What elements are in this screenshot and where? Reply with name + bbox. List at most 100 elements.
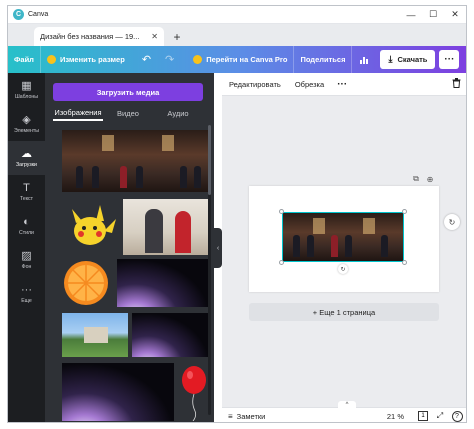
thumb-detail (76, 166, 83, 188)
thumb-detail (363, 218, 375, 234)
upload-thumbnail[interactable] (117, 259, 210, 307)
new-tab-button[interactable]: + (168, 27, 186, 46)
page-count-badge[interactable]: 1 (418, 411, 428, 421)
file-menu-button[interactable]: Файл (8, 46, 40, 73)
maximize-button[interactable]: ☐ (422, 6, 444, 24)
download-icon: ⤓ (388, 54, 393, 64)
trash-icon[interactable] (452, 78, 461, 90)
tab-design[interactable]: Дизайн без названия — 19... ✕ (34, 27, 164, 46)
resize-handle[interactable] (279, 260, 284, 265)
pikachu-sticker (72, 205, 116, 245)
thumb-detail (381, 235, 388, 257)
thumb-detail (180, 166, 187, 188)
tab-images[interactable]: Изображения (53, 105, 103, 121)
panel-scrollbar[interactable] (208, 125, 211, 415)
add-page-button[interactable]: + Еще 1 страница (249, 303, 439, 321)
rail-item-templates[interactable]: ▦ Шаблоны (8, 73, 45, 107)
help-label: ? (451, 410, 463, 422)
thumb-detail (102, 135, 114, 151)
fullscreen-icon[interactable]: ⤢ (433, 408, 447, 423)
resize-handle[interactable] (279, 209, 284, 214)
undo-button[interactable]: ↶ (135, 46, 158, 73)
rotate-handle[interactable]: ↻ (338, 264, 348, 274)
thumb-detail (307, 235, 314, 257)
crop-button[interactable]: Обрезка (288, 80, 331, 89)
minimize-button[interactable]: — (400, 6, 422, 24)
styles-icon: ◐ (23, 216, 30, 228)
rail-item-background[interactable]: ▨ Фон (8, 243, 45, 277)
upload-thumbnail[interactable] (178, 363, 210, 421)
tab-videos[interactable]: Видео (103, 105, 153, 121)
thumb-detail (345, 235, 352, 257)
upload-thumbnail[interactable] (123, 199, 210, 255)
context-more-button[interactable]: ··· (331, 79, 353, 90)
upload-thumbnail[interactable] (62, 130, 210, 192)
rail-item-uploads[interactable]: ☁ Загрузки (8, 141, 45, 175)
notes-label: Заметки (236, 411, 266, 421)
upgrade-pro-button[interactable]: Перейти на Canva Pro (187, 46, 293, 73)
canva-logo-icon: C (13, 9, 24, 20)
help-icon[interactable]: ? (450, 408, 464, 423)
thumb-detail (313, 218, 325, 234)
upload-media-button[interactable]: Загрузить медиа (53, 83, 203, 101)
refresh-button[interactable]: ↻ (444, 214, 460, 230)
upload-thumbnail[interactable] (62, 259, 110, 307)
red-balloon-image (182, 366, 206, 421)
notes-button[interactable]: ≡ Заметки (222, 412, 265, 421)
upload-thumbnail[interactable] (62, 363, 174, 421)
crown-icon (193, 55, 203, 64)
elements-icon: ◈ (22, 114, 31, 126)
rail-label: Фон (21, 264, 32, 270)
resize-handle[interactable] (402, 209, 407, 214)
upgrade-label: Перейти на Canva Pro (206, 55, 288, 64)
window-controls: — ☐ ✕ (400, 6, 466, 24)
templates-icon: ▦ (21, 80, 32, 92)
thumb-detail (120, 166, 127, 188)
rail-item-text[interactable]: T Текст (8, 175, 45, 209)
app-window: C Canva — ☐ ✕ Дизайн без названия — 19..… (7, 5, 467, 423)
scrollbar-thumb[interactable] (208, 125, 211, 195)
tab-bar: Дизайн без названия — 19... ✕ + (8, 24, 466, 46)
upload-thumbnail[interactable] (62, 199, 118, 255)
close-window-button[interactable]: ✕ (444, 6, 466, 24)
more-icon: ··· (21, 284, 32, 296)
resize-label: Изменить размер (59, 55, 125, 64)
rail-label: Еще (21, 298, 32, 304)
rail-item-elements[interactable]: ◈ Элементы (8, 107, 45, 141)
rail-label: Элементы (14, 128, 39, 134)
thumb-detail (84, 327, 108, 343)
show-pages-button[interactable]: ^ (338, 401, 356, 408)
share-button[interactable]: Поделиться (294, 46, 351, 73)
design-page[interactable]: ↻ (249, 186, 439, 292)
thumb-detail (145, 209, 163, 253)
upload-thumbnail[interactable] (62, 313, 128, 357)
upload-thumbnail[interactable] (132, 313, 210, 357)
collapse-panel-button[interactable]: ‹ (214, 228, 222, 268)
edit-image-button[interactable]: Редактировать (222, 80, 288, 89)
bottom-bar: ^ ≡ Заметки 21 % 1 ⤢ ? (222, 401, 466, 423)
thumb-detail (194, 166, 201, 188)
orange-slice-image (64, 261, 108, 305)
download-button[interactable]: ⤓ Скачать (380, 50, 436, 69)
selected-image[interactable] (282, 212, 404, 262)
redo-button[interactable]: ↷ (158, 46, 181, 73)
rail-item-more[interactable]: ··· Еще (8, 277, 45, 311)
editor-area: Редактировать Обрезка ··· ⧉ ⊕ ↻ ↻ + Еще … (222, 73, 466, 423)
title-bar: C Canva — ☐ ✕ (8, 6, 466, 24)
resize-handle[interactable] (402, 260, 407, 265)
text-icon: T (23, 182, 30, 194)
resize-button[interactable]: Изменить размер (41, 46, 131, 73)
rail-item-styles[interactable]: ◐ Стили (8, 209, 45, 243)
more-options-button[interactable]: ··· (439, 50, 460, 69)
thumb-detail (331, 235, 338, 257)
stats-icon[interactable] (352, 46, 376, 73)
add-page-icon[interactable]: ⊕ (423, 172, 437, 186)
thumb-detail (162, 135, 174, 151)
thumb-detail (175, 211, 191, 253)
tab-audio[interactable]: Аудио (153, 105, 203, 121)
context-toolbar: Редактировать Обрезка ··· (222, 73, 466, 96)
zoom-level[interactable]: 21 % (387, 412, 418, 421)
tab-close-icon[interactable]: ✕ (151, 32, 158, 41)
page-actions: ⧉ ⊕ (409, 172, 437, 186)
duplicate-page-icon[interactable]: ⧉ (409, 172, 423, 186)
